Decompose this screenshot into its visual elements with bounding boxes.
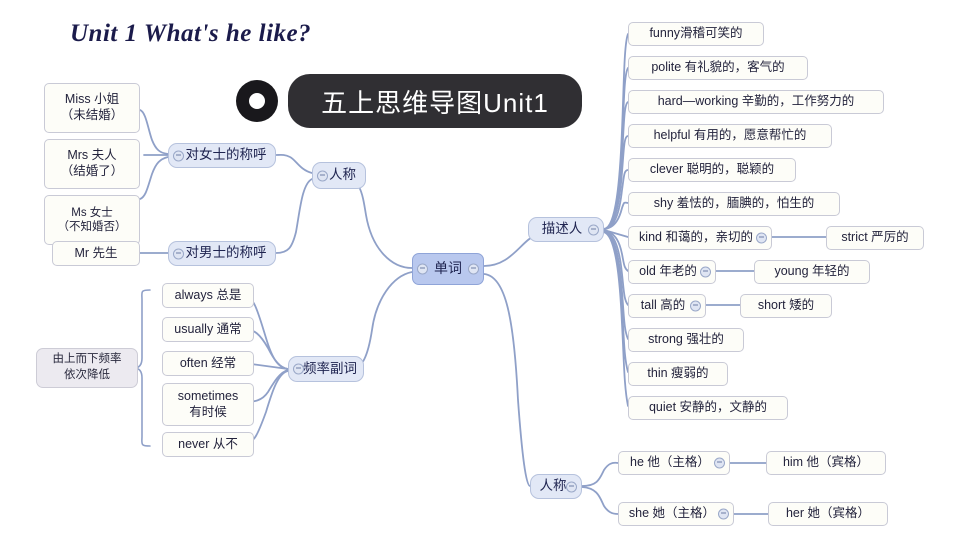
- branch-person-titles-label: 人称: [329, 167, 356, 183]
- leaf-mr[interactable]: Mr 先生: [52, 241, 140, 266]
- note-frequency-line1: 由上而下频率: [52, 353, 122, 366]
- leaf-polite[interactable]: polite 有礼貌的，客气的: [628, 56, 808, 80]
- leaf-strong[interactable]: strong 强壮的: [628, 328, 744, 352]
- leaf-he-label: he 他（主格）: [630, 455, 710, 470]
- leaf-mrs-en: Mrs 夫人: [67, 148, 117, 163]
- root-node-label: 单词: [434, 260, 462, 277]
- collapse-dot[interactable]: [714, 457, 725, 469]
- node-male-titles-label: 对男士的称呼: [185, 245, 267, 261]
- leaf-mrs-zh: （结婚了）: [60, 164, 124, 178]
- ring-icon: [236, 80, 278, 122]
- leaf-short[interactable]: short 矮的: [740, 294, 832, 318]
- leaf-sometimes[interactable]: sometimes 有时候: [162, 383, 254, 426]
- leaf-never[interactable]: never 从不: [162, 432, 254, 457]
- leaf-helpful[interactable]: helpful 有用的，愿意帮忙的: [628, 124, 832, 148]
- collapse-dot[interactable]: [317, 170, 328, 181]
- collapse-dot[interactable]: [756, 232, 767, 244]
- leaf-miss[interactable]: Miss 小姐 （未结婚）: [44, 83, 140, 133]
- branch-pronouns-label: 人称: [539, 478, 567, 494]
- collapse-dot-left[interactable]: [417, 263, 428, 275]
- mindmap-canvas: Unit 1 What's he like? 五上思维导图Unit1 单词 人称…: [0, 0, 960, 537]
- branch-describe-people[interactable]: 描述人: [528, 217, 604, 242]
- branch-frequency-adverbs[interactable]: 频率副词: [288, 356, 364, 382]
- leaf-kind-label: kind 和蔼的，亲切的: [639, 230, 753, 245]
- node-female-titles[interactable]: 对女士的称呼: [168, 143, 276, 168]
- collapse-dot[interactable]: [293, 363, 304, 375]
- leaf-young[interactable]: young 年轻的: [754, 260, 870, 284]
- leaf-he[interactable]: he 他（主格）: [618, 451, 730, 475]
- leaf-always[interactable]: always 总是: [162, 283, 254, 308]
- leaf-sometimes-zh: 有时候: [189, 404, 227, 419]
- leaf-ms-en: Ms 女士: [71, 206, 113, 219]
- root-node-words[interactable]: 单词: [412, 253, 484, 285]
- leaf-old-label: old 年老的: [639, 264, 697, 279]
- leaf-him[interactable]: him 他（宾格）: [766, 451, 886, 475]
- leaf-shy[interactable]: shy 羞怯的，腼腆的，怕生的: [628, 192, 840, 216]
- leaf-funny[interactable]: funny滑稽可笑的: [628, 22, 764, 46]
- leaf-tall-label: tall 高的: [640, 298, 686, 313]
- leaf-hard-working[interactable]: hard—working 辛勤的，工作努力的: [628, 90, 884, 114]
- collapse-dot[interactable]: [173, 248, 184, 259]
- collapse-dot[interactable]: [173, 150, 184, 161]
- leaf-miss-zh: （未结婚）: [60, 108, 124, 122]
- leaf-usually[interactable]: usually 通常: [162, 317, 254, 342]
- leaf-clever[interactable]: clever 聪明的，聪颖的: [628, 158, 796, 182]
- node-female-titles-label: 对女士的称呼: [185, 147, 267, 163]
- branch-frequency-adverbs-label: 频率副词: [303, 360, 357, 376]
- node-male-titles[interactable]: 对男士的称呼: [168, 241, 276, 266]
- collapse-dot[interactable]: [588, 224, 599, 235]
- leaf-ms-zh: （不知婚否）: [57, 221, 127, 233]
- branch-person-titles[interactable]: 人称: [312, 162, 366, 189]
- leaf-she[interactable]: she 她（主格）: [618, 502, 734, 526]
- leaf-ms[interactable]: Ms 女士 （不知婚否）: [44, 195, 140, 245]
- leaf-strict[interactable]: strict 严厉的: [826, 226, 924, 250]
- leaf-thin[interactable]: thin 瘦弱的: [628, 362, 728, 386]
- leaf-sometimes-en: sometimes: [177, 388, 239, 403]
- leaf-her[interactable]: her 她（宾格）: [768, 502, 888, 526]
- collapse-dot[interactable]: [718, 508, 729, 520]
- leaf-she-label: she 她（主格）: [628, 506, 716, 521]
- leaf-quiet[interactable]: quiet 安静的，文静的: [628, 396, 788, 420]
- leaf-often[interactable]: often 经常: [162, 351, 254, 376]
- collapse-dot[interactable]: [700, 266, 711, 278]
- collapse-dot[interactable]: [566, 481, 577, 492]
- note-frequency-order: 由上而下频率 依次降低: [36, 348, 138, 388]
- leaf-kind[interactable]: kind 和蔼的，亲切的: [628, 226, 772, 250]
- leaf-tall[interactable]: tall 高的: [628, 294, 706, 318]
- leaf-mrs[interactable]: Mrs 夫人 （结婚了）: [44, 139, 140, 189]
- note-frequency-line2: 依次降低: [64, 369, 110, 381]
- title-badge: 五上思维导图Unit1: [288, 74, 582, 128]
- branch-describe-people-label: 描述人: [541, 221, 583, 237]
- leaf-old[interactable]: old 年老的: [628, 260, 716, 284]
- branch-pronouns[interactable]: 人称: [530, 474, 582, 499]
- page-title: Unit 1 What's he like?: [70, 20, 312, 47]
- collapse-dot[interactable]: [690, 300, 701, 312]
- leaf-miss-en: Miss 小姐: [64, 92, 120, 107]
- collapse-dot-right[interactable]: [468, 263, 479, 275]
